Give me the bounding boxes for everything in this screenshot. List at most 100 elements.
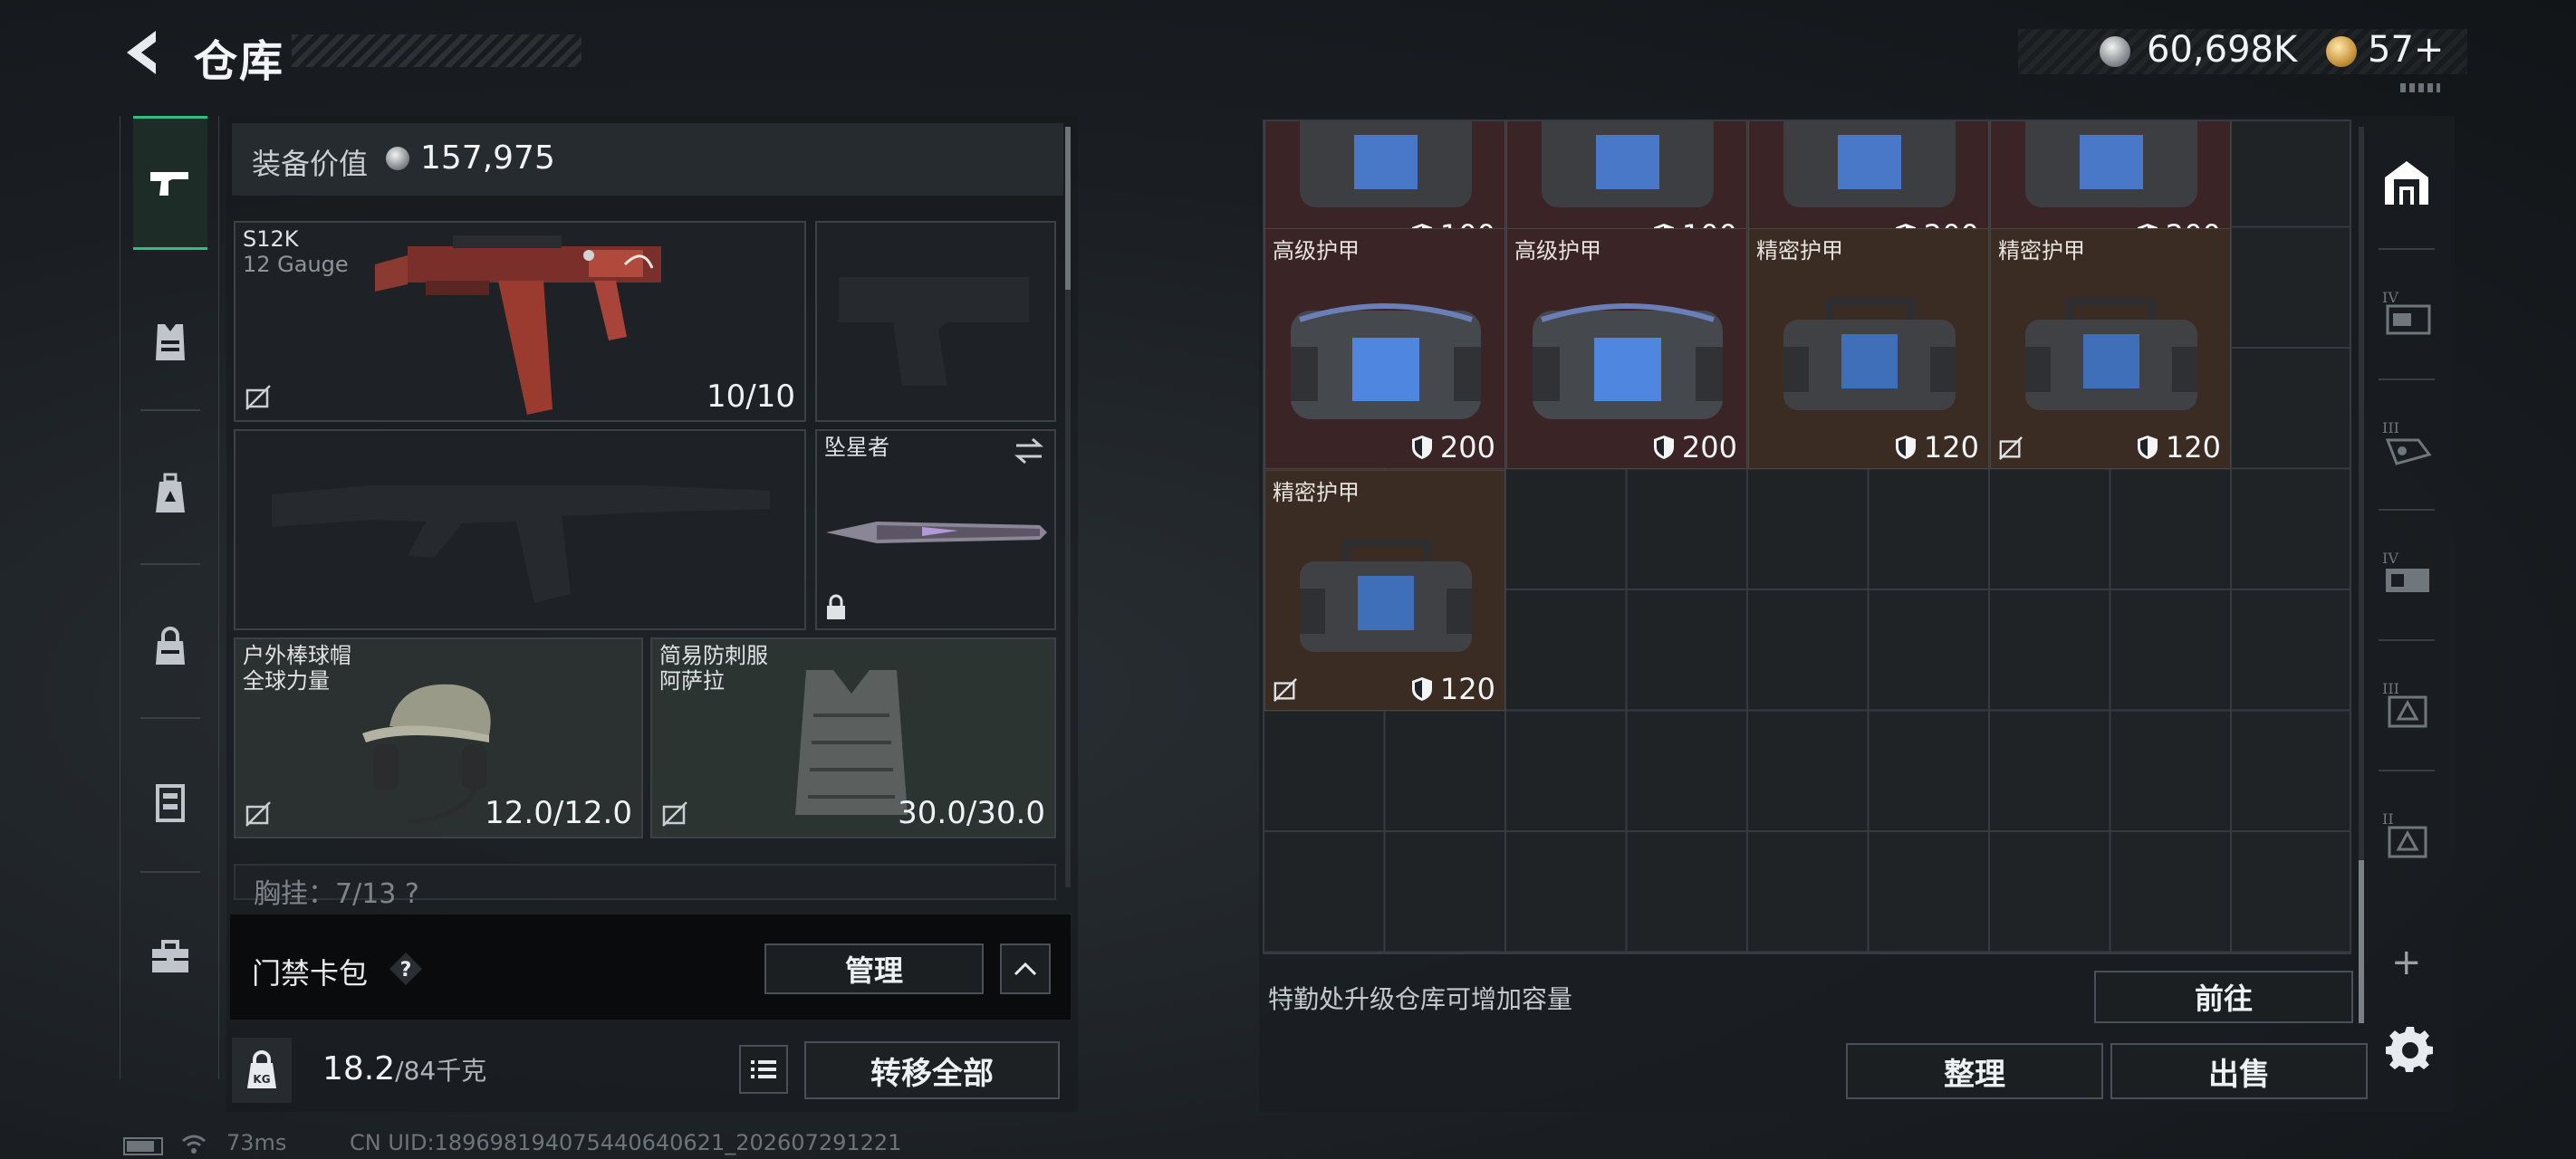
item-value: 200 xyxy=(1653,430,1737,465)
manage-button[interactable]: 管理 xyxy=(764,943,984,994)
wifi-icon xyxy=(182,1135,206,1154)
tab-box-iii[interactable]: III xyxy=(2366,645,2447,764)
sidebar-item-bag[interactable] xyxy=(133,581,207,715)
melee-slot[interactable]: 坠星者 xyxy=(815,429,1056,630)
back-arrow-icon[interactable] xyxy=(120,27,165,78)
precision-armor-case-icon xyxy=(1300,540,1472,652)
no-trade-icon xyxy=(1274,678,1297,702)
title-stripe xyxy=(292,34,582,67)
swap-icon[interactable] xyxy=(1013,436,1045,465)
storage-tabs: IV III IV III II xyxy=(2366,123,2447,1029)
list-view-button[interactable] xyxy=(739,1045,788,1094)
shield-icon xyxy=(1411,677,1432,701)
kettlebell-icon: KG xyxy=(247,1050,276,1088)
weight-max: /84千克 xyxy=(395,1056,487,1086)
svg-text:KG: KG xyxy=(253,1073,270,1086)
warehouse-grid[interactable]: 100 100 200 200 高级护甲 xyxy=(1263,120,2351,954)
header-decoration xyxy=(2400,83,2440,92)
warehouse-item[interactable]: 精密护甲 120 xyxy=(1748,228,1989,469)
tab-box-iv[interactable]: IV xyxy=(2366,514,2447,634)
tier-iii-case-icon: III xyxy=(2382,419,2432,465)
knife-image xyxy=(826,522,1047,543)
pistol-icon xyxy=(150,172,188,196)
sidebar-item-weapons[interactable] xyxy=(133,116,207,250)
backpack-icon xyxy=(156,473,185,512)
battery-icon xyxy=(123,1137,163,1155)
help-icon[interactable]: ? xyxy=(388,951,424,987)
sell-button[interactable]: 出售 xyxy=(2110,1043,2368,1099)
item-value: 200 xyxy=(1411,430,1495,465)
toolbox-icon xyxy=(152,940,188,972)
precision-armor-case-icon xyxy=(2025,298,2197,410)
ticket-amount[interactable]: 57+ xyxy=(2368,29,2444,71)
page-title: 仓库 xyxy=(194,36,285,87)
warehouse-item[interactable]: 精密护甲 120 xyxy=(1990,228,2231,469)
collapse-button[interactable] xyxy=(1000,943,1051,994)
sidebar-item-locker[interactable] xyxy=(133,735,207,869)
silver-coin-icon xyxy=(2100,36,2130,67)
primary-weapon-slot[interactable]: S12K 12 Gauge 10/10 xyxy=(234,221,806,422)
warehouse-item[interactable]: 高级护甲 200 xyxy=(1264,228,1505,469)
list-icon xyxy=(751,1060,776,1078)
add-storage-button[interactable]: + xyxy=(2391,942,2422,983)
svg-text:IV: IV xyxy=(2382,289,2398,306)
item-name: 高级护甲 xyxy=(1273,238,1360,263)
svg-text:III: III xyxy=(2382,680,2399,697)
shield-icon xyxy=(1653,436,1674,459)
upgrade-hint: 特勤处升级仓库可增加容量 xyxy=(1268,984,1573,1014)
shotgun-image xyxy=(375,235,661,415)
warehouse-scroll-thumb[interactable] xyxy=(2359,860,2364,1023)
silver-coin-icon xyxy=(386,147,409,170)
helmet-slot[interactable]: 户外棒球帽 全球力量 12.0/12.0 xyxy=(234,637,643,838)
warehouse-item[interactable]: 精密护甲 120 xyxy=(1264,470,1505,711)
gear-icon[interactable] xyxy=(2386,1023,2435,1072)
uid-readout: CN UID:1896981940754406406​21_2026072912… xyxy=(350,1130,902,1155)
weight-current: 18.2 xyxy=(322,1050,396,1087)
tab-case-iii[interactable]: III xyxy=(2366,384,2447,503)
tab-case-iv[interactable]: IV xyxy=(2366,254,2447,373)
armor-name: 简易防刺服 xyxy=(659,643,768,668)
item-name: 精密护甲 xyxy=(1756,238,1843,263)
sidebar-item-vest[interactable] xyxy=(133,275,207,409)
money-amount: 60,698K xyxy=(2147,29,2298,71)
home-storage-icon xyxy=(2385,161,2428,205)
locker-icon xyxy=(156,784,185,822)
sidebar-item-toolbox[interactable] xyxy=(133,889,207,1023)
goto-button[interactable]: 前往 xyxy=(2094,971,2353,1023)
armor-case-icon xyxy=(1300,121,1472,207)
tab-main-storage[interactable] xyxy=(2366,123,2447,243)
tab-box-ii[interactable]: II xyxy=(2366,775,2447,895)
weapon-name: S12K xyxy=(243,226,299,252)
no-trade-icon xyxy=(245,801,271,827)
secondary-weapon-slot[interactable] xyxy=(234,429,806,630)
item-value: 120 xyxy=(1895,430,1979,465)
sidebar-item-backpack[interactable] xyxy=(133,427,207,561)
stab-vest-image xyxy=(795,670,908,815)
bag-icon xyxy=(156,627,185,665)
item-value: 120 xyxy=(2137,430,2221,465)
warehouse-item[interactable]: 高级护甲 200 xyxy=(1506,228,1747,469)
sidearm-slot[interactable] xyxy=(815,221,1056,422)
category-sidebar xyxy=(120,116,219,1079)
helmet-name: 户外棒球帽 xyxy=(243,643,351,668)
svg-text:II: II xyxy=(2382,810,2394,828)
tier-iv-case-icon: IV xyxy=(2382,289,2431,335)
item-name: 高级护甲 xyxy=(1514,238,1601,263)
item-name: 精密护甲 xyxy=(1998,238,2085,263)
item-value: 120 xyxy=(1411,672,1495,706)
no-trade-icon xyxy=(1999,436,2023,460)
armor-brand: 阿萨拉 xyxy=(659,668,725,694)
transfer-all-button[interactable]: 转移全部 xyxy=(804,1041,1060,1099)
armor-case-icon xyxy=(1542,121,1714,207)
melee-name: 坠星者 xyxy=(824,435,889,460)
ping-readout: 73ms xyxy=(226,1130,287,1155)
sort-button[interactable]: 整理 xyxy=(1846,1043,2103,1099)
svg-text:?: ? xyxy=(400,959,412,982)
armor-durability: 30.0/30.0 xyxy=(898,795,1045,831)
equipment-scroll-thumb[interactable] xyxy=(1065,127,1071,290)
armor-case-icon xyxy=(2025,121,2197,207)
tier-iv-box-icon: IV xyxy=(2382,550,2429,592)
armor-slot[interactable]: 简易防刺服 阿萨拉 30.0/30.0 xyxy=(650,637,1056,838)
tier-ii-box-icon: II xyxy=(2382,810,2427,858)
weight-indicator: KG xyxy=(232,1038,292,1103)
